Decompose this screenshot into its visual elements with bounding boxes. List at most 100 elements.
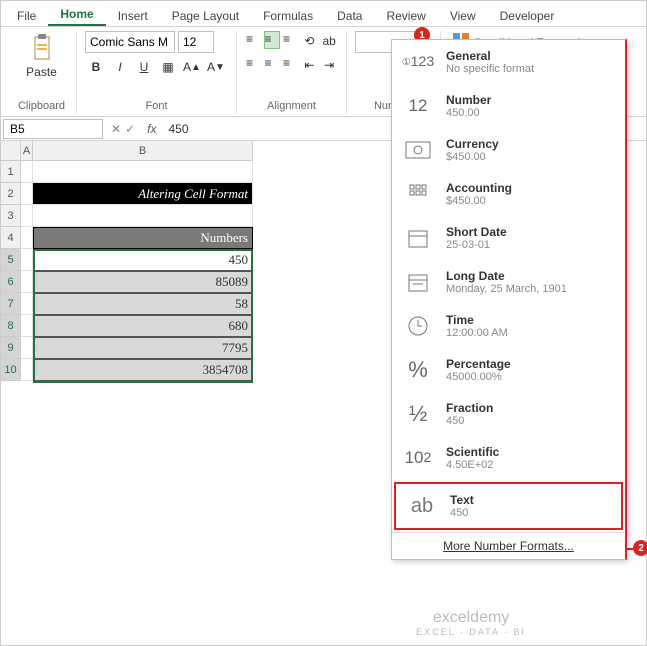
- indent-dec-button[interactable]: ⇤: [301, 55, 319, 75]
- name-box[interactable]: [3, 119, 103, 139]
- scientific-icon: 102: [402, 444, 434, 472]
- row-header[interactable]: 6: [1, 271, 21, 293]
- row-header[interactable]: 5: [1, 249, 21, 271]
- cell[interactable]: [21, 271, 33, 293]
- data-cell[interactable]: 7795: [33, 337, 253, 359]
- font-increase-button[interactable]: A▲: [181, 57, 203, 77]
- tab-review[interactable]: Review: [374, 5, 437, 26]
- align-center-button[interactable]: ≡: [264, 55, 281, 73]
- align-right-button[interactable]: ≡: [282, 55, 299, 73]
- format-sample: 450: [446, 415, 615, 427]
- annotation-badge-2: 2: [633, 540, 647, 556]
- row-header[interactable]: 9: [1, 337, 21, 359]
- clock-icon: [402, 312, 434, 340]
- cancel-icon[interactable]: ✕: [111, 122, 121, 136]
- alignment-group-label: Alignment: [245, 100, 338, 114]
- col-header[interactable]: B: [33, 141, 253, 161]
- format-fraction[interactable]: ½Fraction450: [392, 392, 625, 436]
- tab-home[interactable]: Home: [48, 3, 105, 26]
- underline-button[interactable]: U: [133, 57, 155, 77]
- data-cell[interactable]: 3854708: [33, 359, 253, 381]
- tab-view[interactable]: View: [438, 5, 488, 26]
- cell[interactable]: [21, 183, 33, 205]
- title-cell[interactable]: Altering Cell Format: [33, 183, 253, 205]
- align-middle-button[interactable]: ≡: [264, 31, 281, 49]
- row-header[interactable]: 3: [1, 205, 21, 227]
- general-icon: ①123: [402, 48, 434, 76]
- cell[interactable]: [21, 315, 33, 337]
- format-title: Scientific: [446, 445, 615, 459]
- format-scientific[interactable]: 102Scientific4.50E+02: [392, 436, 625, 480]
- format-title: Fraction: [446, 401, 615, 415]
- row-header[interactable]: 10: [1, 359, 21, 381]
- format-accounting[interactable]: Accounting $450.00: [392, 172, 625, 216]
- cell[interactable]: [33, 161, 253, 183]
- orientation-button[interactable]: ⟲: [301, 31, 319, 51]
- cell[interactable]: [21, 249, 33, 271]
- format-sample: 450: [450, 507, 611, 519]
- bold-button[interactable]: B: [85, 57, 107, 77]
- cell[interactable]: [21, 359, 33, 381]
- cell[interactable]: [21, 161, 33, 183]
- format-long-date[interactable]: Long DateMonday, 25 March, 1901: [392, 260, 625, 304]
- format-text[interactable]: abText450: [394, 482, 623, 530]
- cell[interactable]: [33, 205, 253, 227]
- select-all-corner[interactable]: [1, 141, 21, 161]
- font-size-select[interactable]: [178, 31, 214, 53]
- format-sample: 25-03-01: [446, 239, 615, 251]
- format-sample: Monday, 25 March, 1901: [446, 283, 615, 295]
- ribbon-clipboard: Paste Clipboard: [7, 31, 77, 114]
- tab-formulas[interactable]: Formulas: [251, 5, 325, 26]
- align-left-button[interactable]: ≡: [245, 55, 262, 73]
- cell[interactable]: [21, 205, 33, 227]
- enter-icon[interactable]: ✓: [125, 122, 135, 136]
- format-short-date[interactable]: Short Date25-03-01: [392, 216, 625, 260]
- format-title: Number: [446, 93, 615, 107]
- clipboard-label: Clipboard: [15, 100, 68, 114]
- tab-developer[interactable]: Developer: [488, 5, 567, 26]
- cell[interactable]: [21, 293, 33, 315]
- border-button[interactable]: ▦: [157, 57, 179, 77]
- format-currency[interactable]: Currency$450.00: [392, 128, 625, 172]
- row-header[interactable]: 1: [1, 161, 21, 183]
- format-title: General: [446, 49, 615, 63]
- align-bottom-button[interactable]: ≡: [282, 31, 299, 49]
- header-cell[interactable]: Numbers: [33, 227, 253, 249]
- format-time[interactable]: Time12:00:00 AM: [392, 304, 625, 348]
- cell[interactable]: [21, 337, 33, 359]
- cell[interactable]: [21, 227, 33, 249]
- data-cell[interactable]: 58: [33, 293, 253, 315]
- format-percentage[interactable]: %Percentage45000.00%: [392, 348, 625, 392]
- format-general[interactable]: ①123GeneralNo specific format: [392, 40, 625, 84]
- format-title: Currency: [446, 137, 615, 151]
- row-header[interactable]: 7: [1, 293, 21, 315]
- data-cell[interactable]: 450: [33, 249, 253, 271]
- ribbon-font: B I U ▦ A▲ A▼ Font: [77, 31, 237, 114]
- font-name-select[interactable]: [85, 31, 175, 53]
- tab-page-layout[interactable]: Page Layout: [160, 5, 251, 26]
- indent-inc-button[interactable]: ⇥: [320, 55, 338, 75]
- data-cell[interactable]: 85089: [33, 271, 253, 293]
- calendar-icon: [402, 268, 434, 296]
- paste-button[interactable]: Paste: [15, 31, 68, 79]
- row-header[interactable]: 8: [1, 315, 21, 337]
- font-decrease-button[interactable]: A▼: [205, 57, 227, 77]
- menu-tabs: File Home Insert Page Layout Formulas Da…: [1, 1, 646, 27]
- fx-icon[interactable]: fx: [141, 122, 162, 136]
- wrap-text-button[interactable]: ab: [320, 31, 338, 51]
- data-cell[interactable]: 680: [33, 315, 253, 337]
- row-header[interactable]: 4: [1, 227, 21, 249]
- clipboard-icon: [28, 31, 56, 65]
- tab-insert[interactable]: Insert: [106, 5, 160, 26]
- italic-button[interactable]: I: [109, 57, 131, 77]
- text-icon: ab: [406, 492, 438, 520]
- format-title: Time: [446, 313, 615, 327]
- tab-data[interactable]: Data: [325, 5, 374, 26]
- col-header[interactable]: A: [21, 141, 33, 161]
- row-header[interactable]: 2: [1, 183, 21, 205]
- tab-file[interactable]: File: [5, 5, 48, 26]
- font-group-label: Font: [85, 100, 228, 114]
- more-number-formats[interactable]: More Number Formats...: [392, 532, 625, 559]
- format-number[interactable]: 12Number450.00: [392, 84, 625, 128]
- align-top-button[interactable]: ≡: [245, 31, 262, 49]
